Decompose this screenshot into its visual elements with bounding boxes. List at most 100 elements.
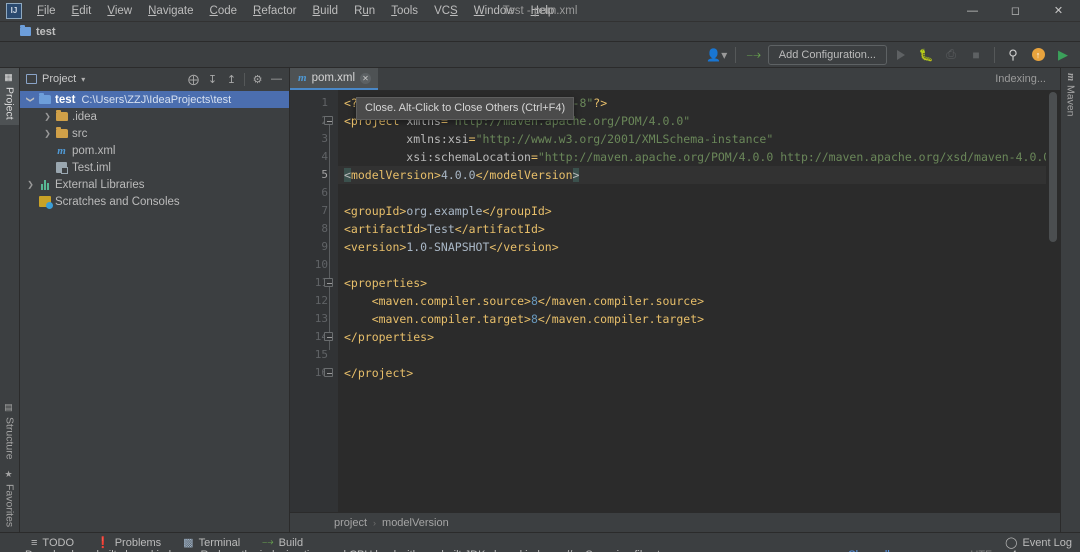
code-line[interactable]: <modelVersion>4.0.0</modelVersion> (338, 166, 1046, 184)
editor-area: m pom.xml ✕ Indexing... 1234567891011121… (290, 68, 1060, 532)
menu-item-build[interactable]: Build (305, 3, 347, 19)
tree-node-test[interactable]: ❯ test C:\Users\ZZJ\IdeaProjects\test (20, 91, 289, 108)
menu-item-refactor[interactable]: Refactor (245, 3, 304, 19)
add-configuration-button[interactable]: Add Configuration... (767, 44, 887, 65)
tool-window-tab-project[interactable]: ▦ Project (0, 68, 19, 125)
breadcrumb: project › modelVersion (290, 512, 1060, 532)
code-line[interactable]: <properties> (338, 274, 1046, 292)
event-log-icon: ◯ (1005, 537, 1018, 549)
fold-marker-project[interactable] (324, 116, 333, 125)
project-view-chevron-down-icon[interactable]: ▾ (81, 75, 85, 84)
editor-scrollbar[interactable] (1046, 90, 1060, 512)
locate-icon[interactable]: ⨁ (185, 71, 202, 88)
star-icon: ★ (4, 469, 15, 480)
debug-icon[interactable]: 🐛 (915, 45, 937, 65)
code-line[interactable]: <version>1.0-SNAPSHOT</version> (338, 238, 1046, 256)
tree-node-src[interactable]: ❯ src (20, 125, 289, 142)
tree-node-label: Scratches and Consoles (55, 195, 180, 208)
fold-column (323, 94, 335, 512)
editor-gutter[interactable]: 12345678910111213141516 (290, 90, 338, 512)
window-controls: — ◻ ✕ (951, 0, 1080, 22)
menu-item-edit[interactable]: Edit (64, 3, 100, 19)
scratches-icon (37, 196, 53, 209)
chevron-down-icon[interactable]: ❯ (24, 95, 37, 104)
terminal-icon: ▩ (183, 537, 194, 549)
close-icon[interactable]: ✕ (360, 72, 372, 84)
code-line[interactable] (338, 184, 1046, 202)
left-strip-bottom-group: ▤ Structure ★ Favorites (0, 398, 19, 532)
menu-item-run[interactable]: Run (346, 3, 383, 19)
title-bar: File Edit View Navigate Code Refactor Bu… (0, 0, 1080, 22)
code-text[interactable]: <?xml version="1.0" encoding="UTF-8"?><p… (338, 90, 1046, 512)
menu-item-file[interactable]: File (29, 3, 64, 19)
code-line[interactable]: </project> (338, 364, 1046, 382)
hide-panel-icon[interactable]: — (268, 71, 285, 88)
breadcrumb-item-modelversion[interactable]: modelVersion (382, 517, 449, 529)
fold-marker-project-end[interactable] (324, 368, 333, 377)
run-icon[interactable] (890, 45, 912, 65)
project-panel-title[interactable]: Project (42, 73, 76, 85)
maximize-button[interactable]: ◻ (994, 0, 1037, 22)
code-line[interactable]: </properties> (338, 328, 1046, 346)
tool-window-tab-maven[interactable]: m Maven (1061, 68, 1080, 122)
code-line[interactable]: <groupId>org.example</groupId> (338, 202, 1046, 220)
code-line[interactable]: <maven.compiler.source>8</maven.compiler… (338, 292, 1046, 310)
tree-node-idea[interactable]: ❯ .idea (20, 108, 289, 125)
tool-window-tab-project-label: Project (3, 87, 16, 120)
tool-window-problems[interactable]: ❗ Problems (93, 535, 164, 550)
close-button[interactable]: ✕ (1037, 0, 1080, 22)
tool-window-todo[interactable]: ≡ TODO (28, 536, 77, 550)
menu-item-navigate[interactable]: Navigate (140, 3, 201, 19)
chevron-right-icon[interactable]: ❯ (41, 112, 54, 121)
editor-tab-pom-xml[interactable]: m pom.xml ✕ (290, 68, 379, 90)
maven-file-icon: m (298, 72, 307, 84)
menu-bar: File Edit View Navigate Code Refactor Bu… (29, 3, 562, 19)
minimize-button[interactable]: — (951, 0, 994, 22)
menu-item-view[interactable]: View (99, 3, 140, 19)
folder-icon (54, 109, 69, 121)
tool-window-todo-label: TODO (42, 536, 74, 549)
code-line[interactable]: xmlns:xsi="http://www.w3.org/2001/XMLSch… (338, 130, 1046, 148)
folder-icon (54, 126, 69, 138)
tree-node-test-iml[interactable]: Test.iml (20, 159, 289, 176)
chevron-right-icon[interactable]: ❯ (41, 129, 54, 138)
code-line[interactable]: <maven.compiler.target>8</maven.compiler… (338, 310, 1046, 328)
tool-window-build[interactable]: ⤍ Build (259, 535, 306, 550)
update-project-icon[interactable]: ↑ (1027, 45, 1049, 65)
maven-icon: m (1065, 73, 1076, 82)
code-line[interactable]: <artifactId>Test</artifactId> (338, 220, 1046, 238)
stop-icon[interactable]: ■ (965, 45, 987, 65)
menu-item-tools[interactable]: Tools (383, 3, 426, 19)
tree-node-pom-xml[interactable]: m pom.xml (20, 142, 289, 159)
chevron-right-icon[interactable]: ❯ (24, 180, 37, 189)
fold-marker-properties[interactable] (324, 278, 333, 287)
main-shell: ▦ Project ▤ Structure ★ Favorites Projec… (0, 68, 1080, 532)
search-everywhere-icon[interactable]: ⚲ (1002, 45, 1024, 65)
expand-all-icon[interactable]: ↧ (204, 71, 221, 88)
navbar-project-label[interactable]: test (36, 26, 56, 38)
fold-marker-properties-end[interactable] (324, 332, 333, 341)
tree-node-scratches-and-consoles[interactable]: Scratches and Consoles (20, 193, 289, 210)
menu-item-help[interactable]: Help (523, 3, 563, 19)
code-line[interactable] (338, 346, 1046, 364)
event-log-label[interactable]: Event Log (1022, 537, 1072, 549)
tree-node-external-libraries[interactable]: ❯ External Libraries (20, 176, 289, 193)
tree-node-label: External Libraries (55, 178, 145, 191)
code-line[interactable]: xsi:schemaLocation="http://maven.apache.… (338, 148, 1046, 166)
scrollbar-thumb[interactable] (1049, 92, 1057, 242)
menu-item-vcs[interactable]: VCS (426, 3, 466, 19)
collapse-all-icon[interactable]: ↥ (223, 71, 240, 88)
settings-gear-icon[interactable]: ⚙ (249, 71, 266, 88)
settings-sync-icon[interactable]: 👤▾ (706, 45, 728, 65)
menu-item-window[interactable]: Window (466, 3, 523, 19)
tool-window-tab-structure[interactable]: ▤ Structure (0, 398, 19, 465)
run-with-coverage-icon[interactable]: ⎙ (940, 45, 962, 65)
tool-window-terminal[interactable]: ▩ Terminal (180, 535, 243, 550)
breadcrumb-item-project[interactable]: project (334, 517, 367, 529)
tree-node-label: Test.iml (72, 161, 111, 174)
code-line[interactable] (338, 256, 1046, 274)
ide-features-trainer-icon[interactable]: ▶ (1052, 45, 1074, 65)
tool-window-tab-favorites[interactable]: ★ Favorites (0, 465, 19, 532)
build-hammer-icon[interactable]: ⤍ (743, 45, 765, 65)
menu-item-code[interactable]: Code (202, 3, 246, 19)
